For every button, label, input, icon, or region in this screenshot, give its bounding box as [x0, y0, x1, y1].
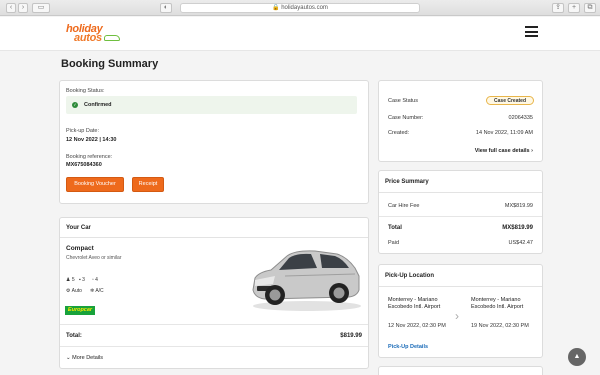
hire-fee-label: Car Hire Fee [388, 203, 420, 209]
view-case-label: View full case details [474, 148, 530, 154]
site-header: holiday autos [0, 17, 600, 51]
case-status-label: Case Status [388, 98, 418, 104]
gear-icon: ⚙ [66, 288, 71, 294]
next-card [378, 366, 543, 375]
hire-fee-value: MX$819.99 [504, 203, 533, 209]
car-total-label: Total: [66, 333, 82, 339]
holiday-autos-logo[interactable]: holiday autos [66, 24, 124, 46]
url-text: holidayautos.com [281, 5, 328, 11]
pickup-date-value: 12 Nov 2022 | 14:30 [66, 137, 117, 143]
divider [60, 346, 368, 347]
pickup-location-card: Pick-Up Location Monterrey - Mariano Esc… [378, 264, 543, 358]
reference-label: Booking reference: [66, 154, 113, 160]
transmission-value: Auto [71, 288, 82, 294]
pickup-from-name: Monterrey - Mariano Escobedo Intl. Airpo… [388, 297, 441, 310]
new-tab-icon[interactable]: + [568, 3, 580, 13]
bag-icon: ▪ [79, 277, 81, 283]
sidebar-icon[interactable]: ▭ [32, 3, 50, 13]
seat-icon: ♟ [66, 277, 71, 283]
menu-icon[interactable] [525, 26, 538, 37]
share-icon[interactable]: ⇪ [552, 3, 564, 13]
case-created-label: Created: [388, 130, 410, 136]
browser-toolbar: ‹ › ▭ ◐ 🔒 holidayautos.com ⇪ + ⧉ [0, 0, 600, 16]
seats-value: 5 [71, 277, 75, 283]
your-car-card: Your Car Compact Chevrolet Aveo or simil… [59, 217, 369, 369]
divider [60, 324, 368, 325]
your-car-title: Your Car [60, 218, 368, 238]
pickup-from-date: 12 Nov 2022, 02:30 PM [388, 323, 446, 329]
ac-spec: ❄ A/C [90, 288, 104, 294]
booking-status-card: Booking Status: ✓ Confirmed Pick-up Date… [59, 80, 369, 204]
paid-label: Paid [388, 240, 400, 246]
chevron-down-icon: ⌄ [66, 355, 71, 361]
view-case-link[interactable]: View full case details › [475, 148, 533, 154]
car-total-value: $819.99 [340, 333, 362, 339]
more-details-toggle[interactable]: ⌄ More Details [66, 355, 103, 361]
transmission-spec: ⚙ Auto [66, 288, 82, 294]
doors-spec: ▫ 4 [92, 277, 98, 283]
receipt-button[interactable]: Receipt [132, 177, 164, 192]
case-status-badge: Case Created [486, 96, 534, 105]
status-value: Confirmed [84, 102, 112, 108]
supplier-logo: Europcar [65, 306, 95, 315]
dropoff-name: Monterrey - Mariano Escobedo Intl. Airpo… [471, 297, 524, 310]
booking-voucher-button[interactable]: Booking Voucher [66, 177, 124, 192]
tabs-overview-icon[interactable]: ⧉ [584, 3, 596, 13]
arrow-right-icon: › [455, 309, 459, 323]
door-icon: ▫ [92, 277, 94, 283]
scroll-to-top-button[interactable]: ▲ [568, 348, 586, 366]
bags-spec: ▪ 3 [79, 277, 85, 283]
pickup-date-label: Pick-up Date: [66, 128, 100, 134]
bags-value: 3 [82, 277, 85, 283]
logo-car-icon [104, 35, 120, 41]
reference-value: MX675084360 [66, 162, 102, 168]
shield-icon[interactable]: ◐ [160, 3, 172, 13]
page-title: Booking Summary [61, 58, 159, 70]
more-details-label: More Details [72, 355, 104, 361]
forward-icon[interactable]: › [18, 3, 28, 13]
back-icon[interactable]: ‹ [6, 3, 16, 13]
ac-value: A/C [95, 288, 104, 294]
seats-spec: ♟ 5 [66, 277, 75, 283]
case-created-value: 14 Nov 2022, 11:09 AM [475, 130, 533, 136]
chevron-right-icon: › [531, 148, 533, 154]
dropoff-date: 19 Nov 2022, 02:30 PM [471, 323, 529, 329]
case-number-label: Case Number: [388, 115, 424, 121]
address-bar[interactable]: 🔒 holidayautos.com [180, 3, 420, 13]
paid-value: US$42.47 [508, 240, 533, 246]
lock-icon: 🔒 [272, 5, 280, 11]
doors-value: 4 [95, 277, 98, 283]
pickup-details-link[interactable]: Pick-Up Details [388, 344, 428, 350]
price-total-value: MX$819.99 [502, 225, 533, 231]
divider [379, 216, 542, 217]
case-number-value: 02064335 [508, 115, 533, 121]
pickup-location-title: Pick-Up Location [379, 265, 542, 287]
price-summary-card: Price Summary Car Hire Fee MX$819.99 Tot… [378, 170, 543, 254]
car-category: Compact [66, 245, 94, 252]
price-total-label: Total [388, 225, 402, 231]
snowflake-icon: ❄ [90, 288, 95, 294]
arrow-up-icon: ▲ [573, 353, 581, 360]
car-image [252, 250, 361, 311]
check-icon: ✓ [72, 102, 78, 108]
logo-line2: autos [74, 32, 102, 44]
status-box: ✓ Confirmed [66, 96, 357, 114]
status-label: Booking Status: [66, 88, 105, 94]
price-summary-title: Price Summary [379, 171, 542, 193]
car-model: Chevrolet Aveo or similar [66, 255, 122, 261]
case-status-card: Case Status Case Created Case Number: 02… [378, 80, 543, 162]
